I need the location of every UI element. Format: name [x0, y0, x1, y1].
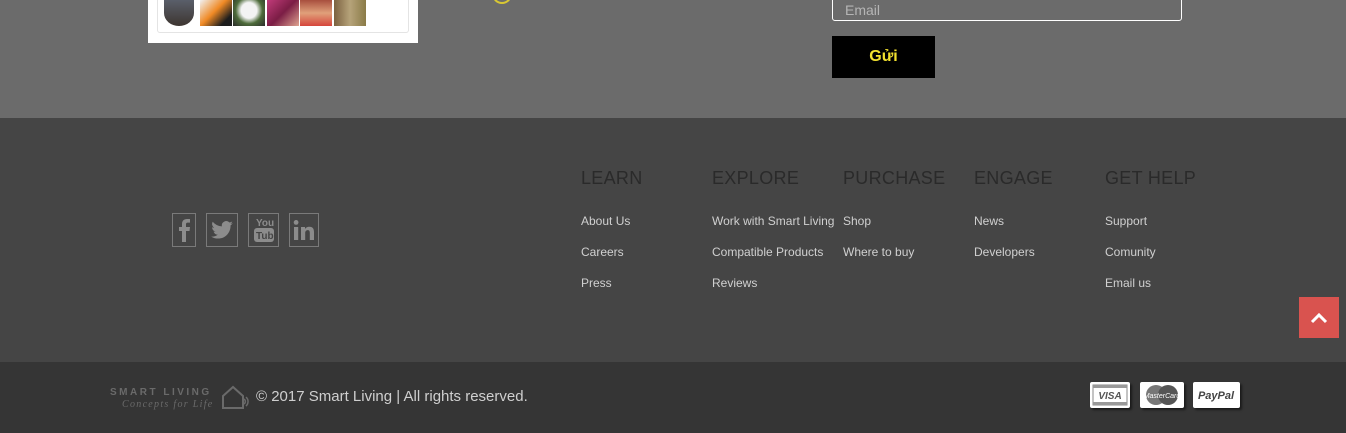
- facebook-link[interactable]: [172, 213, 196, 247]
- footer-link-work-with[interactable]: Work with Smart Living: [712, 214, 834, 228]
- email-field[interactable]: [832, 0, 1182, 21]
- mastercard-badge: MasterCard: [1140, 382, 1184, 408]
- footer-link-about-us[interactable]: About Us: [581, 214, 630, 228]
- facebook-icon: [179, 219, 190, 242]
- column-title: PURCHASE: [843, 168, 946, 188]
- footer-link-reviews[interactable]: Reviews: [712, 276, 757, 290]
- footer-link-compatible-products[interactable]: Compatible Products: [712, 245, 823, 259]
- footer-link-email-us[interactable]: Email us: [1105, 276, 1151, 290]
- footer-link-developers[interactable]: Developers: [974, 245, 1035, 259]
- footer-column-purchase: PURCHASE Shop Where to buy: [843, 168, 945, 274]
- back-to-top-button[interactable]: [1299, 297, 1339, 338]
- column-title: EXPLORE: [712, 168, 800, 188]
- smart-living-logo: SMART LIVING Concepts for Life: [110, 384, 250, 414]
- house-icon: [222, 385, 249, 409]
- linkedin-icon: [293, 220, 314, 240]
- footer-link-shop[interactable]: Shop: [843, 214, 871, 228]
- footer-column-learn: LEARN About Us Careers Press: [581, 168, 643, 305]
- avatar[interactable]: [267, 0, 299, 26]
- footer-link-where-to-buy[interactable]: Where to buy: [843, 245, 914, 259]
- footer-column-get-help: GET HELP Support Comunity Email us: [1105, 168, 1196, 305]
- mastercard-icon: MasterCard: [1144, 385, 1182, 405]
- svg-text:Tube: Tube: [256, 231, 276, 242]
- twitter-link[interactable]: [206, 213, 238, 247]
- visa-icon: VISA: [1092, 384, 1128, 406]
- youtube-icon: You Tube: [253, 218, 276, 242]
- logo-line1: SMART LIVING: [110, 387, 212, 398]
- avatar[interactable]: [233, 0, 265, 26]
- svg-text:PayPal: PayPal: [1198, 390, 1235, 402]
- logo-line2: Concepts for Life: [122, 399, 214, 410]
- visa-badge: VISA: [1090, 382, 1130, 408]
- copyright-bar: SMART LIVING Concepts for Life © 2017 Sm…: [0, 362, 1346, 433]
- footer-column-engage: ENGAGE News Developers: [974, 168, 1053, 274]
- column-title: LEARN: [581, 168, 643, 188]
- linkedin-link[interactable]: [289, 213, 319, 247]
- avatar[interactable]: [164, 0, 194, 26]
- newsletter-section: Gửi: [0, 0, 1346, 118]
- avatar[interactable]: [334, 0, 366, 26]
- column-title: ENGAGE: [974, 168, 1053, 188]
- clock-icon: [492, 0, 512, 4]
- fan-avatars: [157, 0, 409, 33]
- footer-link-press[interactable]: Press: [581, 276, 612, 290]
- youtube-link[interactable]: You Tube: [248, 213, 279, 247]
- send-button[interactable]: Gửi: [832, 36, 935, 78]
- footer-link-community[interactable]: Comunity: [1105, 245, 1156, 259]
- svg-text:VISA: VISA: [1098, 391, 1121, 402]
- footer-column-explore: EXPLORE Work with Smart Living Compatibl…: [712, 168, 834, 305]
- svg-text:You: You: [256, 218, 274, 229]
- copyright-text: © 2017 Smart Living | All rights reserve…: [256, 388, 528, 405]
- paypal-badge: PayPal: [1193, 382, 1240, 408]
- footer-link-news[interactable]: News: [974, 214, 1004, 228]
- twitter-icon: [211, 221, 233, 239]
- footer-link-careers[interactable]: Careers: [581, 245, 624, 259]
- column-title: GET HELP: [1105, 168, 1197, 188]
- paypal-icon: PayPal: [1198, 390, 1235, 402]
- facebook-page-widget: [148, 0, 418, 43]
- chevron-up-icon: [1310, 312, 1328, 323]
- footer-link-support[interactable]: Support: [1105, 214, 1147, 228]
- avatar[interactable]: [200, 0, 232, 26]
- svg-text:MasterCard: MasterCard: [1144, 393, 1182, 400]
- avatar[interactable]: [300, 0, 332, 26]
